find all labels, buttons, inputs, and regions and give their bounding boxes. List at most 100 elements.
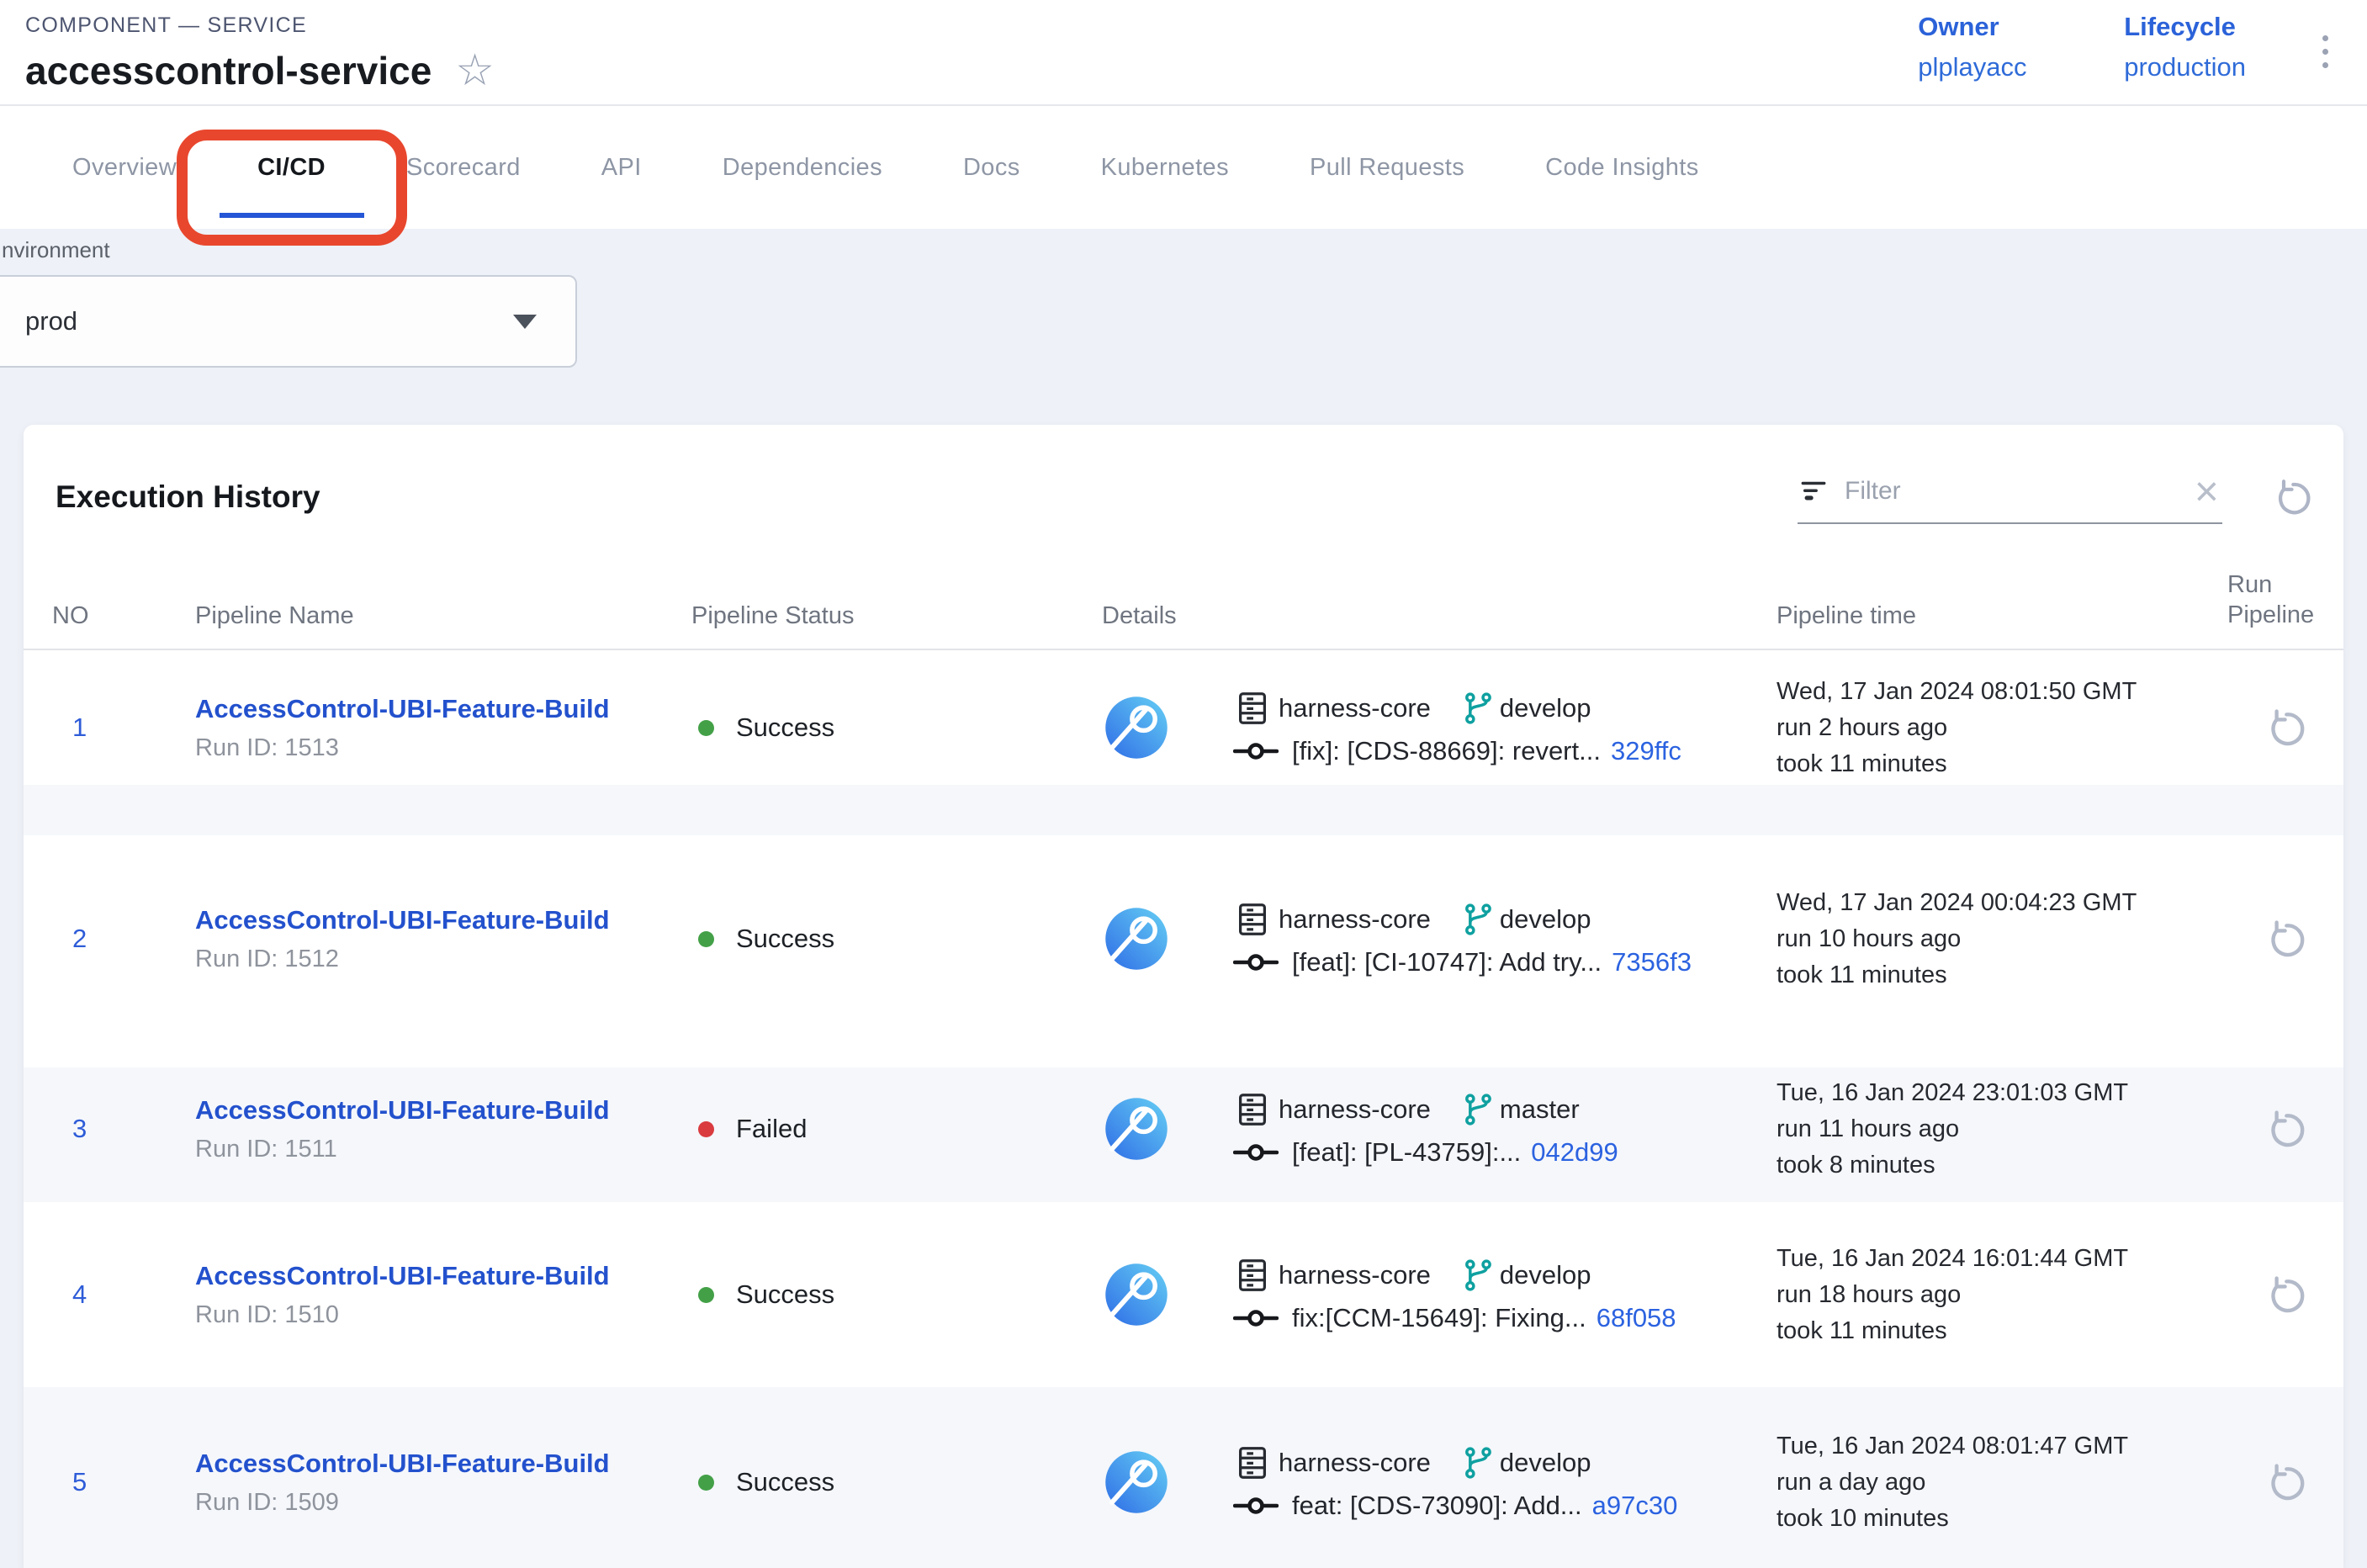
refresh-button[interactable]	[2271, 476, 2313, 518]
clear-filter-icon[interactable]: ×	[2195, 470, 2219, 512]
col-header-pipeline-name: Pipeline Name	[195, 602, 691, 630]
tab-cicd[interactable]: CI/CD	[217, 106, 366, 229]
status-cell: Success	[691, 712, 1102, 743]
entity-header: COMPONENT — SERVICE accesscontrol-servic…	[0, 0, 2367, 106]
entity-tabs: Overview CI/CD Scorecard API Dependencie…	[0, 106, 2367, 229]
commit-hash-link[interactable]: 7356f3	[1612, 947, 1692, 977]
table-row: 2 AccessControl-UBI-Feature-Build Run ID…	[24, 835, 2343, 1067]
pipeline-name-link[interactable]: AccessControl-UBI-Feature-Build	[195, 1095, 610, 1126]
pipeline-time-cell: Wed, 17 Jan 2024 00:04:23 GMT run 10 hou…	[1777, 885, 2227, 993]
commit-message: [feat]: [PL-43759]:...	[1292, 1137, 1521, 1168]
repo-name: harness-core	[1279, 904, 1431, 935]
row-number: 2	[52, 924, 195, 954]
pipeline-time-cell: Tue, 16 Jan 2024 08:01:47 GMT run a day …	[1777, 1428, 2227, 1537]
status-dot	[698, 931, 714, 947]
more-options-kebab-icon[interactable]	[2317, 30, 2333, 73]
run-id: Run ID: 1510	[195, 1301, 691, 1329]
details-cell: harness-core develop feat: [CDS-73090]: …	[1102, 1444, 1777, 1521]
filter-input[interactable]	[1845, 477, 2179, 506]
commit-hash-link[interactable]: 68f058	[1597, 1303, 1676, 1333]
favorite-star-icon[interactable]: ☆	[455, 49, 495, 93]
status-dot	[698, 1121, 714, 1137]
pipeline-time-cell: Wed, 17 Jan 2024 08:01:50 GMT run 2 hour…	[1777, 674, 2227, 782]
repo-name: harness-core	[1279, 1094, 1431, 1125]
commit-hash-link[interactable]: a97c30	[1592, 1491, 1678, 1521]
commit-hash-link[interactable]: 042d99	[1531, 1137, 1618, 1168]
commit-message: [fix]: [CDS-88669]: revert...	[1292, 736, 1601, 766]
pipeline-name-link[interactable]: AccessControl-UBI-Feature-Build	[195, 905, 610, 935]
tab-code-insights[interactable]: Code Insights	[1505, 106, 1740, 229]
git-branch-icon	[1459, 901, 1496, 938]
time-absolute: Wed, 17 Jan 2024 08:01:50 GMT	[1777, 674, 2227, 710]
harness-pipeline-icon[interactable]	[1102, 693, 1171, 762]
harness-pipeline-icon[interactable]	[1102, 1260, 1171, 1329]
pipeline-name-link[interactable]: AccessControl-UBI-Feature-Build	[195, 694, 610, 724]
time-absolute: Tue, 16 Jan 2024 08:01:47 GMT	[1777, 1428, 2227, 1465]
status-dot	[698, 1475, 714, 1491]
git-commit-icon	[1233, 1493, 1279, 1518]
git-commit-icon	[1233, 739, 1279, 764]
run-pipeline-icon	[2264, 1107, 2307, 1151]
pipeline-name-link[interactable]: AccessControl-UBI-Feature-Build	[195, 1449, 610, 1479]
status-label: Success	[736, 924, 834, 954]
environment-selected-value: prod	[25, 306, 77, 336]
tab-overview[interactable]: Overview	[32, 106, 217, 229]
run-id: Run ID: 1511	[195, 1136, 691, 1163]
entity-header-meta: Owner plplayacc Lifecycle production	[1918, 0, 2333, 104]
owner-value-link[interactable]: plplayacc	[1918, 52, 2027, 82]
table-header-row: NO Pipeline Name Pipeline Status Details…	[24, 549, 2343, 650]
time-absolute: Tue, 16 Jan 2024 23:01:03 GMT	[1777, 1075, 2227, 1111]
harness-pipeline-icon[interactable]	[1102, 1094, 1171, 1163]
repository-icon	[1233, 1090, 1272, 1129]
page-title: accesscontrol-service	[25, 48, 432, 93]
col-header-no: NO	[52, 602, 195, 630]
lifecycle-block: Lifecycle production	[2124, 12, 2246, 82]
details-cell: harness-core master [feat]: [PL-43759]:.…	[1102, 1090, 1777, 1168]
col-header-pipeline-status: Pipeline Status	[691, 602, 1102, 630]
tab-kubernetes[interactable]: Kubernetes	[1061, 106, 1269, 229]
environment-select[interactable]: prod	[0, 275, 577, 368]
run-pipeline-button[interactable]	[2264, 1107, 2307, 1151]
time-absolute: Tue, 16 Jan 2024 16:01:44 GMT	[1777, 1241, 2227, 1277]
row-number: 4	[52, 1279, 195, 1310]
time-duration: took 10 minutes	[1777, 1501, 2227, 1537]
col-header-pipeline-time: Pipeline time	[1777, 602, 2227, 630]
pipeline-time-cell: Tue, 16 Jan 2024 23:01:03 GMT run 11 hou…	[1777, 1075, 2227, 1184]
panel-header: Execution History ×	[24, 425, 2343, 524]
tab-api[interactable]: API	[561, 106, 682, 229]
branch-name: develop	[1500, 1260, 1591, 1290]
run-pipeline-button[interactable]	[2264, 1273, 2307, 1316]
panel-title: Execution History	[56, 479, 320, 515]
details-lines: harness-core master [feat]: [PL-43759]:.…	[1233, 1090, 1618, 1168]
pipeline-name-link[interactable]: AccessControl-UBI-Feature-Build	[195, 1261, 610, 1291]
commit-hash-link[interactable]: 329ffc	[1611, 736, 1681, 766]
tab-dependencies[interactable]: Dependencies	[682, 106, 923, 229]
repository-icon	[1233, 1444, 1272, 1482]
commit-line: [feat]: [CI-10747]: Add try... 7356f3	[1233, 947, 1692, 977]
run-id: Run ID: 1509	[195, 1489, 691, 1517]
commit-line: fix:[CCM-15649]: Fixing... 68f058	[1233, 1303, 1676, 1333]
table-row: 5 AccessControl-UBI-Feature-Build Run ID…	[24, 1387, 2343, 1568]
run-pipeline-button[interactable]	[2264, 917, 2307, 961]
tab-docs[interactable]: Docs	[923, 106, 1061, 229]
repo-name: harness-core	[1279, 693, 1431, 723]
lifecycle-label: Lifecycle	[2124, 12, 2246, 42]
run-pipeline-button[interactable]	[2264, 706, 2307, 750]
run-pipeline-button[interactable]	[2264, 1460, 2307, 1504]
repo-name: harness-core	[1279, 1260, 1431, 1290]
status-dot	[698, 720, 714, 736]
status-cell: Success	[691, 1467, 1102, 1497]
tab-scorecard[interactable]: Scorecard	[366, 106, 561, 229]
commit-message: [feat]: [CI-10747]: Add try...	[1292, 947, 1602, 977]
branch-name: develop	[1500, 1448, 1591, 1478]
harness-pipeline-icon[interactable]	[1102, 1448, 1171, 1517]
execution-history-card: Execution History × NO Pipeline Name	[24, 425, 2343, 1568]
time-relative: run a day ago	[1777, 1465, 2227, 1501]
run-id: Run ID: 1513	[195, 734, 691, 762]
tab-pull-requests[interactable]: Pull Requests	[1269, 106, 1505, 229]
row-number: 1	[52, 712, 195, 743]
harness-pipeline-icon[interactable]	[1102, 904, 1171, 973]
details-lines: harness-core develop [fix]: [CDS-88669]:…	[1233, 689, 1681, 766]
repository-icon	[1233, 900, 1272, 939]
time-relative: run 11 hours ago	[1777, 1111, 2227, 1147]
